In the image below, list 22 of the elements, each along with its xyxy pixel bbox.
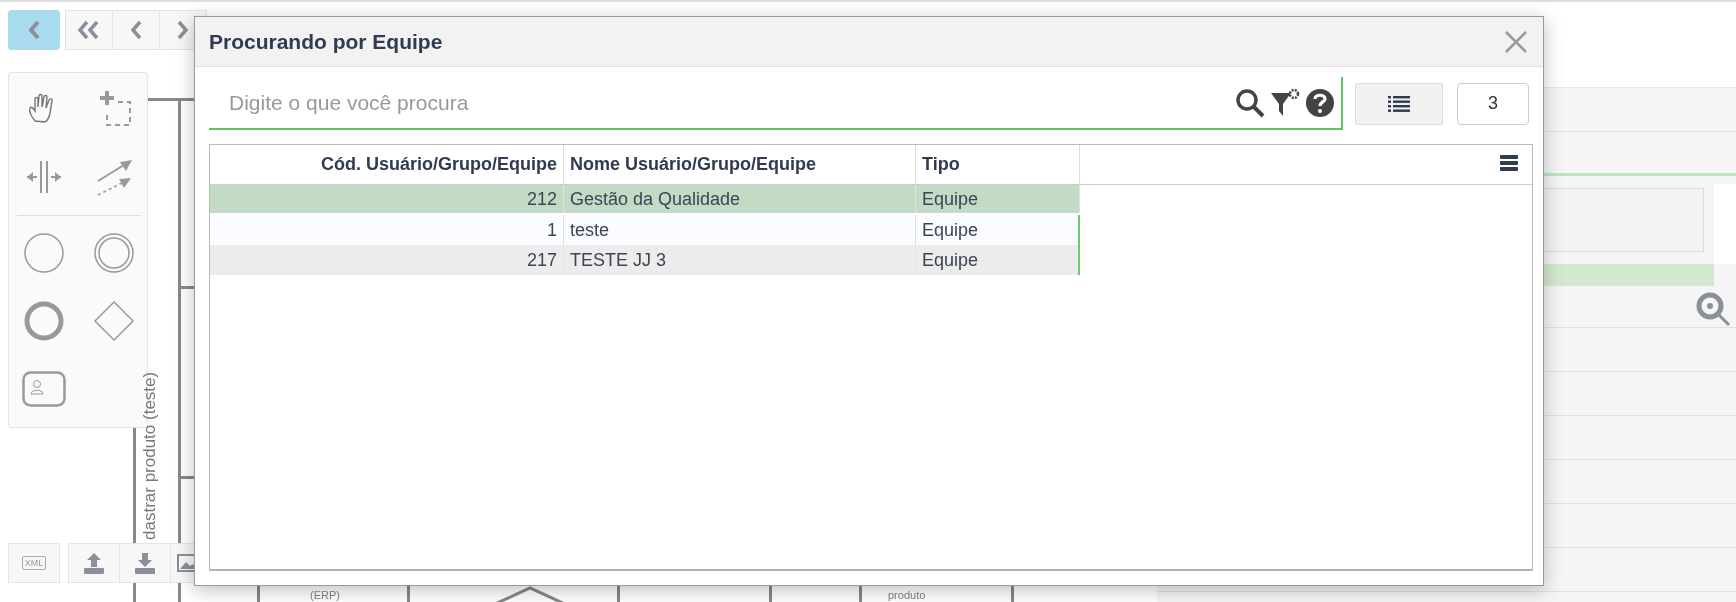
table-cell: 217 [210, 245, 564, 275]
table-cell: Equipe [916, 245, 1080, 275]
table-cell: TESTE JJ 3 [564, 245, 916, 275]
diagram-text: (ERP) [310, 590, 340, 601]
column-header[interactable]: Tipo [916, 145, 1080, 184]
count-badge: 3 [1457, 82, 1529, 125]
table-cell: Equipe [916, 185, 1080, 213]
table-cell: teste [564, 215, 916, 245]
table-row[interactable]: 212 Gestão da Qualidade Equipe [210, 185, 1532, 215]
search-field[interactable]: Digite o que você procura [227, 85, 1234, 120]
lane-label: dastrar produto (teste) [140, 370, 160, 540]
table-cell: Equipe [916, 215, 1080, 245]
table-row[interactable]: 217 TESTE JJ 3 Equipe [210, 245, 1532, 275]
xml-icon: XML [21, 556, 47, 570]
dialog-title: Procurando por Equipe [209, 28, 443, 55]
table-cell: 212 [210, 185, 564, 213]
column-header[interactable]: Cód. Usuário/Grupo/Equipe [210, 145, 564, 184]
diagram-text: produto [888, 590, 926, 601]
column-header[interactable]: Nome Usuário/Grupo/Equipe [564, 145, 916, 184]
table-row[interactable]: 1 teste Equipe [210, 215, 1532, 245]
table-cell: Gestão da Qualidade [564, 185, 916, 213]
table-cell: 1 [210, 215, 564, 245]
